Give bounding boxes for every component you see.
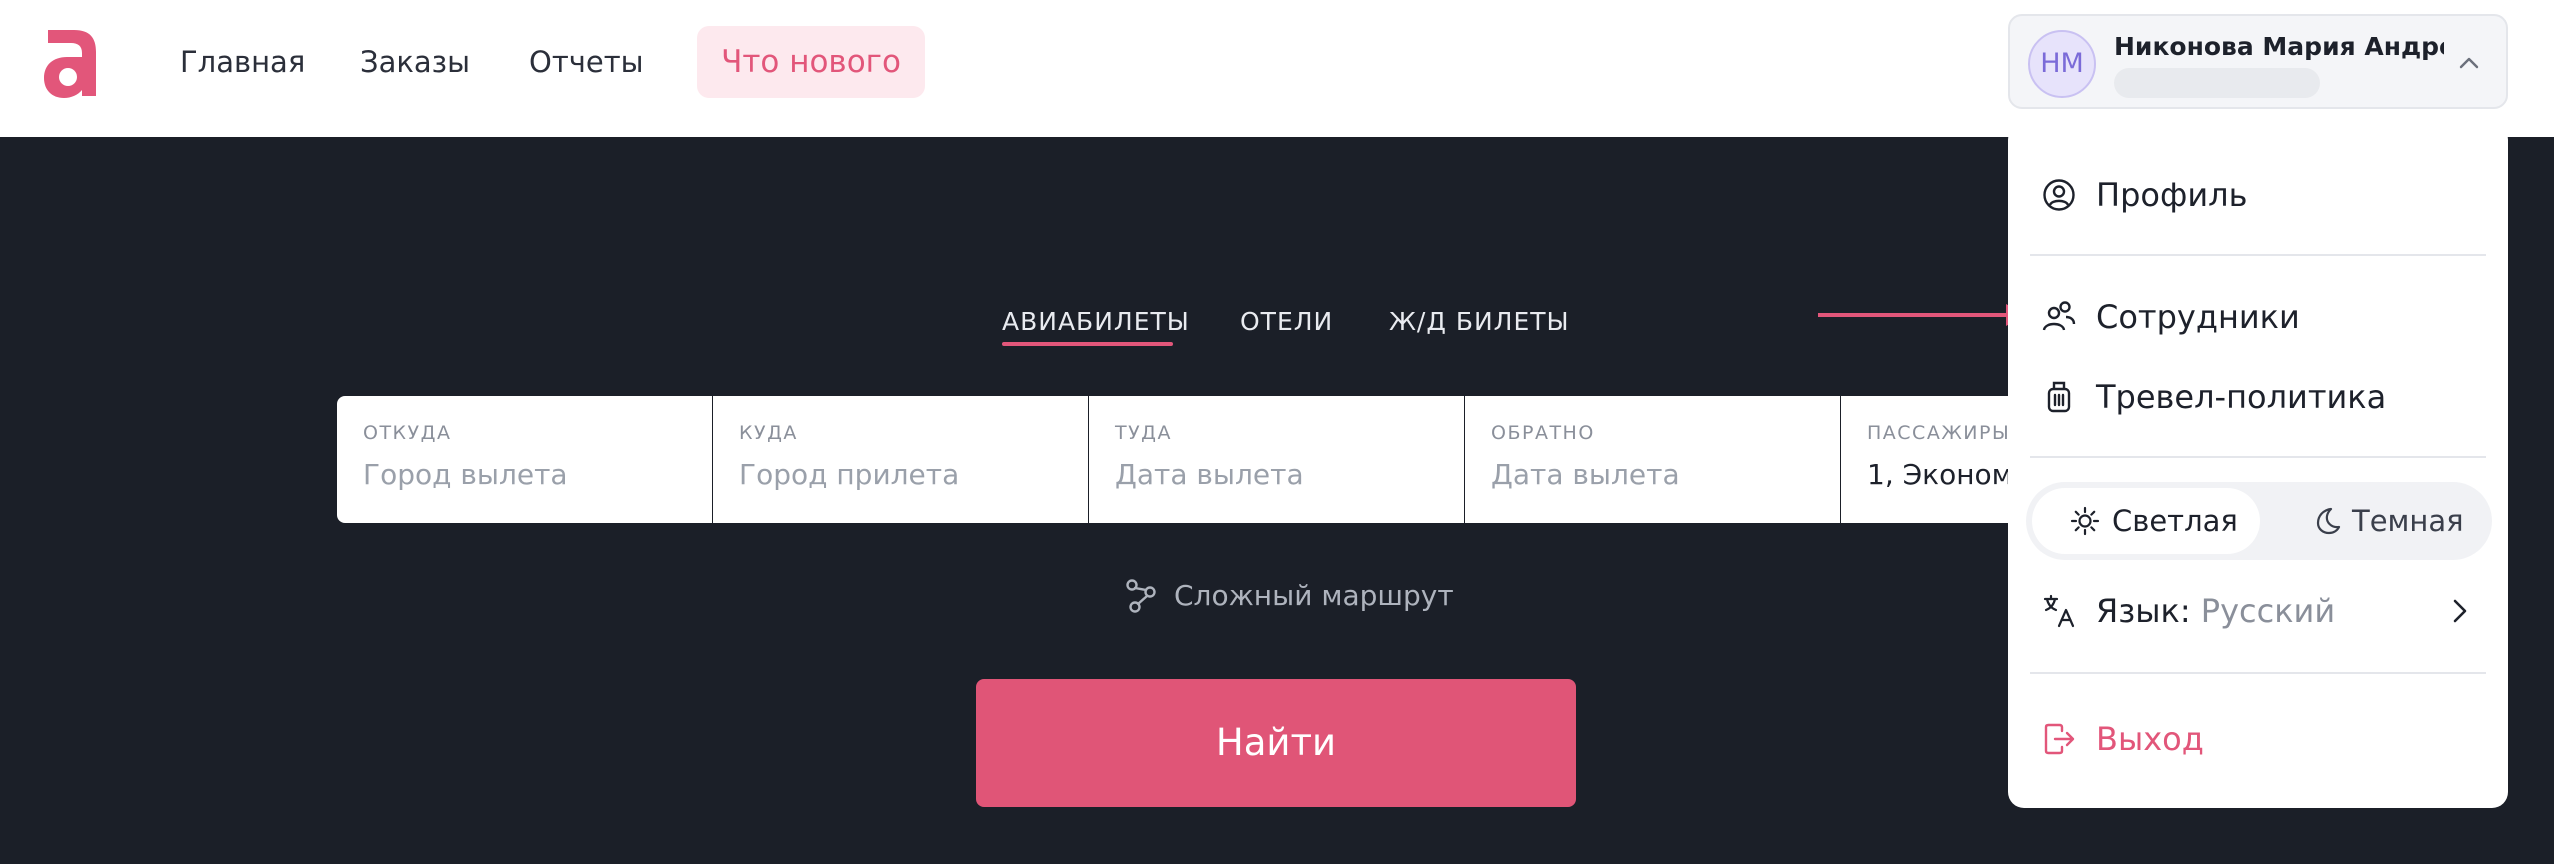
- menu-item-logout[interactable]: Выход: [2008, 708, 2508, 768]
- theme-light-option[interactable]: Светлая: [2032, 488, 2260, 554]
- translate-icon: [2043, 594, 2075, 628]
- from-field[interactable]: ОТКУДА Город вылета: [337, 396, 712, 523]
- avatar: НМ: [2028, 30, 2096, 98]
- tab-rail[interactable]: Ж/Д БИЛЕТЫ: [1389, 306, 1570, 338]
- menu-item-logout-label: Выход: [2096, 720, 2204, 758]
- user-menu-button[interactable]: НМ Никонова Мария Андрее...: [2008, 14, 2508, 109]
- menu-item-language[interactable]: Язык: Русский: [2008, 580, 2508, 640]
- user-subtitle-placeholder: [2114, 68, 2320, 98]
- sun-icon: [2070, 506, 2100, 536]
- divider: [2030, 672, 2486, 674]
- chevron-up-icon: [2459, 57, 2479, 69]
- nav-home[interactable]: Главная: [180, 42, 305, 82]
- from-label: ОТКУДА: [363, 422, 452, 444]
- to-placeholder: Город прилета: [739, 458, 960, 491]
- depart-date-label: ТУДА: [1115, 422, 1173, 444]
- chevron-right-icon: [2453, 599, 2467, 623]
- user-circle-icon: [2043, 179, 2075, 211]
- arrow-annotation: [1818, 304, 2026, 326]
- complex-route-label: Сложный маршрут: [1174, 579, 1454, 612]
- users-icon: [2042, 301, 2076, 331]
- active-tab-underline: [1002, 342, 1173, 346]
- menu-item-travel-policy-label: Тревел-политика: [2096, 378, 2387, 416]
- language-value: Русский: [2200, 592, 2336, 630]
- theme-switcher: Светлая Темная: [2026, 482, 2492, 560]
- menu-item-travel-policy[interactable]: Тревел-политика: [2008, 366, 2508, 426]
- moon-icon: [2316, 507, 2341, 535]
- find-button[interactable]: Найти: [976, 679, 1576, 807]
- passengers-value: 1, Эконом: [1867, 458, 2013, 491]
- return-date-field[interactable]: ОБРАТНО Дата вылета: [1465, 396, 1840, 523]
- route-icon: [1126, 579, 1156, 613]
- language-label: Язык:: [2096, 592, 2191, 630]
- return-date-placeholder: Дата вылета: [1491, 458, 1680, 491]
- to-field[interactable]: КУДА Город прилета: [713, 396, 1088, 523]
- menu-item-employees[interactable]: Сотрудники: [2008, 286, 2508, 346]
- tab-flights[interactable]: АВИАБИЛЕТЫ: [1002, 306, 1190, 338]
- logo[interactable]: [40, 24, 102, 100]
- depart-date-placeholder: Дата вылета: [1115, 458, 1304, 491]
- to-label: КУДА: [739, 422, 798, 444]
- divider: [2030, 456, 2486, 458]
- user-dropdown-menu: Профиль Сотрудники Тревел-политика Светл…: [2008, 124, 2508, 808]
- nav-whats-new[interactable]: Что нового: [697, 26, 925, 98]
- luggage-icon: [2047, 381, 2071, 413]
- passengers-label: ПАССАЖИРЫ: [1867, 422, 2011, 444]
- top-header: Главная Заказы Отчеты Что нового НМ Нико…: [0, 0, 2554, 137]
- nav-reports[interactable]: Отчеты: [529, 42, 644, 82]
- theme-dark-label: Темная: [2352, 504, 2464, 538]
- logout-icon: [2044, 723, 2075, 755]
- menu-item-profile[interactable]: Профиль: [2008, 164, 2508, 224]
- theme-dark-option[interactable]: Темная: [2266, 488, 2486, 554]
- from-placeholder: Город вылета: [363, 458, 568, 491]
- tab-hotels[interactable]: ОТЕЛИ: [1240, 306, 1333, 338]
- theme-light-label: Светлая: [2112, 504, 2238, 538]
- divider: [2030, 254, 2486, 256]
- menu-item-profile-label: Профиль: [2096, 176, 2248, 214]
- menu-item-language-label: Язык: Русский: [2096, 590, 2335, 632]
- return-date-label: ОБРАТНО: [1491, 422, 1595, 444]
- nav-orders[interactable]: Заказы: [360, 42, 470, 82]
- menu-item-employees-label: Сотрудники: [2096, 298, 2300, 336]
- depart-date-field[interactable]: ТУДА Дата вылета: [1089, 396, 1464, 523]
- user-name: Никонова Мария Андрее...: [2114, 32, 2444, 61]
